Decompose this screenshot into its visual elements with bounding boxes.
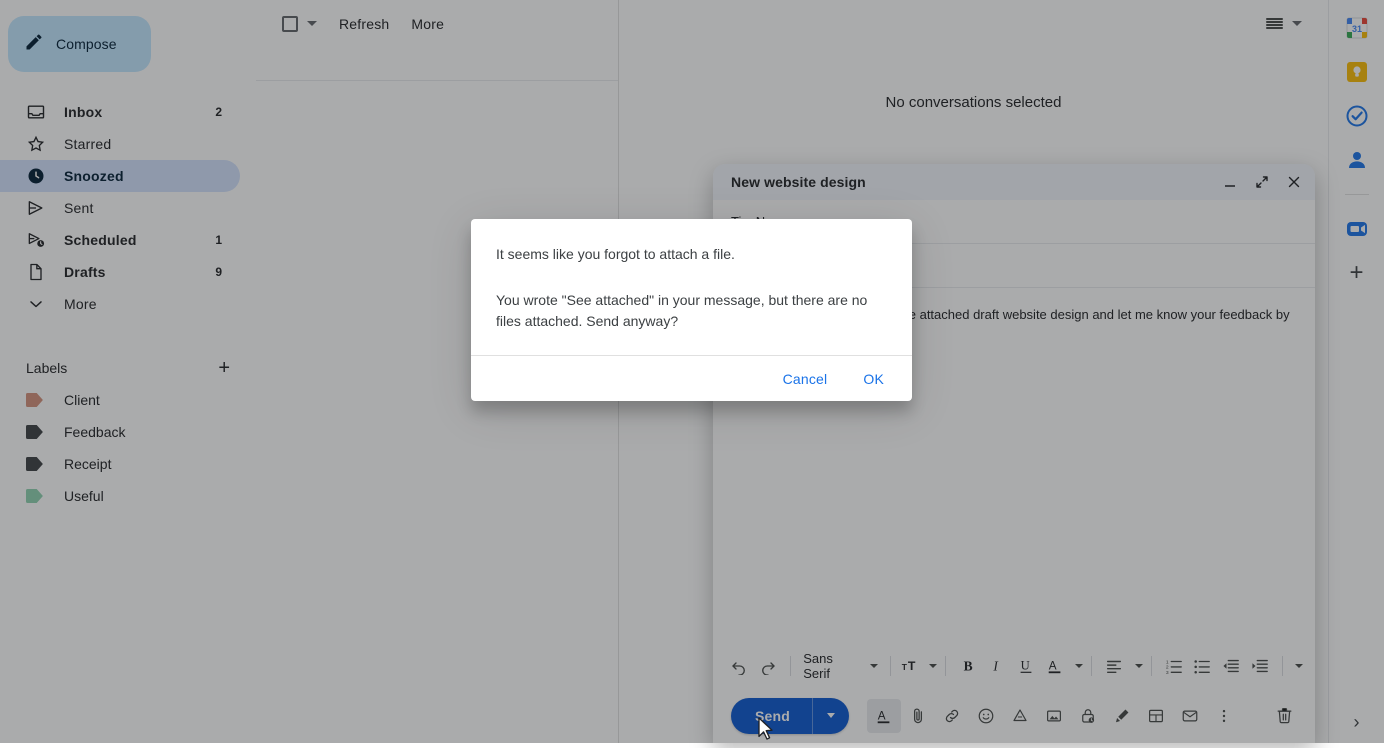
cancel-button[interactable]: Cancel bbox=[773, 365, 838, 393]
dialog-line-1: It seems like you forgot to attach a fil… bbox=[496, 244, 888, 266]
ok-button[interactable]: OK bbox=[853, 365, 894, 393]
dialog-footer: Cancel OK bbox=[471, 355, 912, 401]
dialog-body: It seems like you forgot to attach a fil… bbox=[471, 219, 912, 355]
forgot-attachment-dialog: It seems like you forgot to attach a fil… bbox=[471, 219, 912, 401]
dialog-line-2: You wrote "See attached" in your message… bbox=[496, 290, 888, 333]
